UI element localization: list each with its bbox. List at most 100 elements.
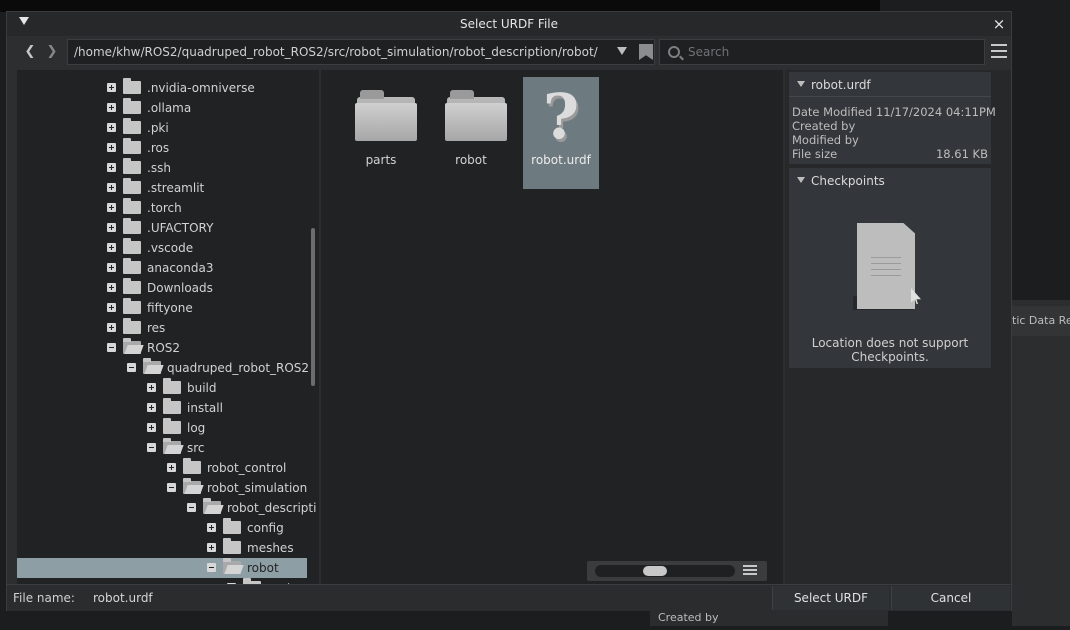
tree-item-label: src — [187, 441, 205, 455]
tree-item[interactable]: robot_simulation — [17, 478, 307, 498]
collapse-minus-icon[interactable] — [167, 483, 176, 492]
tree-item[interactable]: .torch — [17, 198, 307, 218]
expand-plus-icon[interactable] — [107, 263, 116, 272]
select-urdf-dialog: Select URDF File × ❮ ❯ /home/khw/ROS2/qu… — [6, 11, 1012, 611]
collapse-triangle-icon — [797, 81, 805, 87]
tree-item[interactable]: fiftyone — [17, 298, 307, 318]
open-folder-icon — [143, 358, 161, 374]
back-button[interactable]: ❮ — [19, 38, 41, 66]
tree-item[interactable]: config — [17, 518, 307, 538]
tree-item-label: fiftyone — [147, 301, 193, 315]
tree-item[interactable]: .UFACTORY — [17, 218, 307, 238]
checkpoints-box: Checkpoints Location does not support Ch… — [789, 168, 991, 368]
expand-plus-icon[interactable] — [107, 283, 116, 292]
file-item-label: robot — [455, 153, 487, 167]
tree-item[interactable]: res — [17, 318, 307, 338]
expand-plus-icon[interactable] — [107, 183, 116, 192]
dialog-titlebar: Select URDF File × — [7, 12, 1011, 36]
tree-item-label: Downloads — [147, 281, 213, 295]
path-field[interactable]: /home/khw/ROS2/quadruped_robot_ROS2/src/… — [67, 39, 655, 65]
expand-plus-icon[interactable] — [107, 303, 116, 312]
close-icon[interactable]: × — [991, 15, 1007, 33]
tree-item[interactable]: robot_control — [17, 458, 307, 478]
tree-item[interactable]: build — [17, 378, 307, 398]
tree-item[interactable]: meshes — [17, 538, 307, 558]
expand-plus-icon[interactable] — [107, 103, 116, 112]
search-input[interactable]: Search — [659, 39, 985, 65]
scroll-track[interactable] — [595, 565, 735, 577]
unknown-file-icon: ? — [542, 80, 580, 153]
folder-icon — [123, 118, 141, 134]
tree-item[interactable]: .pki — [17, 118, 307, 138]
chevron-down-icon[interactable] — [617, 47, 627, 55]
folder-icon — [123, 178, 141, 194]
tree-item[interactable]: robot_descripti — [17, 498, 316, 518]
cancel-button[interactable]: Cancel — [891, 586, 1010, 610]
tree-item-label: install — [187, 401, 223, 415]
grid-view-icon[interactable] — [743, 565, 757, 577]
date-modified-value: 11/17/2024 04:11PM — [875, 105, 996, 119]
file-item[interactable]: parts — [343, 77, 419, 189]
checkpoints-message-line1: Location does not support — [811, 336, 969, 350]
expand-plus-icon[interactable] — [207, 523, 216, 532]
folder-icon — [223, 518, 241, 534]
folder-tree: .nvidia-omniverse .ollama .pki .ros .ssh .str… — [17, 70, 319, 584]
tree-item[interactable]: .nvidia-omniverse — [17, 78, 307, 98]
expand-plus-icon[interactable] — [147, 383, 156, 392]
tree-item-label: .nvidia-omniverse — [147, 81, 255, 95]
expand-plus-icon[interactable] — [207, 543, 216, 552]
search-placeholder: Search — [688, 45, 730, 59]
tree-item[interactable]: Downloads — [17, 278, 307, 298]
tree-item[interactable]: ROS2 — [17, 338, 307, 358]
expand-plus-icon[interactable] — [167, 463, 176, 472]
expand-plus-icon[interactable] — [147, 403, 156, 412]
folder-icon — [445, 90, 507, 141]
tree-item-label: robot_descripti — [227, 501, 317, 515]
select-urdf-button[interactable]: Select URDF — [772, 586, 889, 610]
collapse-minus-icon[interactable] — [107, 343, 116, 352]
expand-plus-icon[interactable] — [107, 323, 116, 332]
forward-button[interactable]: ❯ — [41, 38, 63, 66]
checkpoints-header[interactable]: Checkpoints — [797, 171, 987, 191]
tree-item[interactable]: robot — [17, 558, 307, 578]
tree-item[interactable]: install — [17, 398, 307, 418]
tree-item[interactable]: .streamlit — [17, 178, 307, 198]
tree-item-label: .vscode — [147, 241, 194, 255]
expand-plus-icon[interactable] — [107, 203, 116, 212]
folder-icon — [123, 238, 141, 254]
tree-item[interactable]: .vscode — [17, 238, 307, 258]
expand-plus-icon[interactable] — [147, 423, 156, 432]
folder-icon — [123, 278, 141, 294]
collapse-minus-icon[interactable] — [127, 363, 136, 372]
tree-scrollbar[interactable] — [311, 228, 315, 386]
window-menu-icon[interactable] — [19, 17, 29, 25]
expand-plus-icon[interactable] — [107, 163, 116, 172]
file-info-header[interactable]: robot.urdf — [797, 75, 987, 95]
file-name-input[interactable]: robot.urdf — [77, 586, 769, 610]
file-item[interactable]: ? robot.urdf — [523, 77, 599, 189]
file-item[interactable]: robot — [433, 77, 509, 189]
hamburger-menu-icon[interactable] — [991, 42, 1009, 62]
expand-plus-icon[interactable] — [107, 123, 116, 132]
tree-item[interactable]: .ollama — [17, 98, 307, 118]
expand-plus-icon[interactable] — [107, 83, 116, 92]
grid-horizontal-scrollbar[interactable] — [587, 561, 767, 581]
background-tab[interactable]: tic Data Re — [1012, 306, 1070, 336]
scroll-thumb[interactable] — [643, 566, 667, 576]
collapse-minus-icon[interactable] — [147, 443, 156, 452]
tree-item[interactable]: .ssh — [17, 158, 307, 178]
info-file-name: robot.urdf — [811, 78, 871, 92]
tree-item[interactable]: log — [17, 418, 307, 438]
expand-plus-icon[interactable] — [107, 143, 116, 152]
tree-item[interactable]: quadruped_robot_ROS2 — [17, 358, 309, 378]
tree-item[interactable]: anaconda3 — [17, 258, 307, 278]
collapse-minus-icon[interactable] — [187, 503, 196, 512]
expand-plus-icon[interactable] — [107, 243, 116, 252]
expand-plus-icon[interactable] — [107, 223, 116, 232]
file-item-label: robot.urdf — [531, 153, 591, 167]
tree-item[interactable]: src — [17, 438, 307, 458]
tree-item[interactable]: .ros — [17, 138, 307, 158]
open-folder-icon — [223, 558, 241, 574]
collapse-minus-icon[interactable] — [207, 563, 216, 572]
created-by-label: Created by — [792, 119, 856, 133]
